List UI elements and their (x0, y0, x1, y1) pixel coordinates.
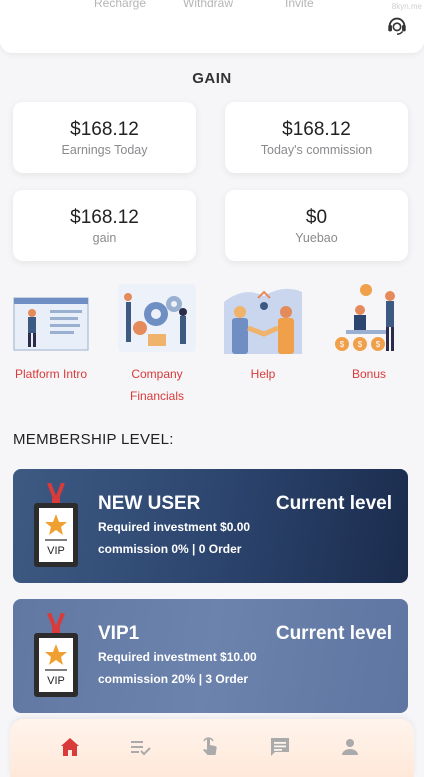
company-financials-shortcut[interactable]: Company Financials (107, 282, 207, 407)
level-commission: commission 20% | 3 Order (98, 672, 249, 686)
vip-badge-icon: VIP (34, 613, 78, 697)
stat-value: $0 (305, 207, 328, 228)
home-icon[interactable] (58, 735, 82, 759)
bonus-shortcut[interactable]: $ $ $ Bonus (319, 282, 419, 385)
platform-illustration-icon (13, 297, 89, 351)
stat-value: $168.12 (282, 119, 351, 140)
bonus-illustration-icon: $ $ $ (335, 284, 395, 351)
feature-label: Company Financials (129, 367, 185, 403)
earnings-today-card: $168.12 Earnings Today (13, 102, 196, 173)
today-commission-card: $168.12 Today's commission (225, 102, 408, 173)
profile-icon[interactable] (338, 735, 362, 759)
level-name: NEW USER (98, 493, 201, 514)
feature-label: Help (250, 367, 276, 381)
level-requirement: Required investment $0.00 (98, 520, 251, 534)
svg-text:$: $ (376, 340, 381, 349)
stat-label: Today's commission (260, 143, 373, 157)
customer-service-icon[interactable] (386, 14, 408, 36)
invite-link[interactable]: Invite (285, 0, 314, 10)
level-card-new-user[interactable]: VIP NEW USER Current level Required inve… (13, 469, 408, 583)
help-shortcut[interactable]: Help (213, 282, 313, 385)
current-level-tag: Current level (275, 493, 392, 514)
svg-text:$: $ (340, 340, 345, 349)
yuebao-card: $0 Yuebao (225, 190, 408, 261)
gain-title: GAIN (192, 70, 232, 87)
quick-actions-bar: Recharge Withdraw Invite 8kyn.me (0, 0, 424, 53)
svg-text:$: $ (358, 340, 363, 349)
level-commission: commission 0% | 0 Order (98, 542, 242, 556)
stat-label: gain (92, 231, 117, 245)
watermark: 8kyn.me (391, 2, 422, 11)
orders-icon[interactable] (128, 735, 152, 759)
feature-label: Bonus (351, 367, 387, 381)
badge-text: VIP (47, 675, 65, 687)
gain-card: $168.12 gain (13, 190, 196, 261)
stat-label: Yuebao (295, 231, 338, 245)
platform-intro-shortcut[interactable]: Platform Intro (1, 282, 101, 385)
vip-badge-icon: VIP (34, 483, 78, 567)
withdraw-link[interactable]: Withdraw (183, 0, 233, 10)
feature-label: Platform Intro (14, 367, 88, 381)
recharge-link[interactable]: Recharge (94, 0, 146, 10)
level-name: VIP1 (98, 623, 140, 644)
stat-value: $168.12 (70, 207, 139, 228)
level-requirement: Required investment $10.00 (98, 650, 257, 664)
membership-title: MEMBERSHIP LEVEL: (13, 431, 174, 448)
badge-text: VIP (47, 545, 65, 557)
grab-icon[interactable] (198, 735, 222, 759)
handshake-illustration-icon (224, 288, 302, 354)
stat-value: $168.12 (70, 119, 139, 140)
stat-label: Earnings Today (61, 143, 148, 157)
current-level-tag: Current level (275, 623, 392, 644)
chat-icon[interactable] (268, 735, 292, 759)
level-card-vip1[interactable]: VIP VIP1 Current level Required investme… (13, 599, 408, 713)
financials-illustration-icon (118, 284, 196, 352)
bottom-tab-bar (10, 719, 414, 777)
